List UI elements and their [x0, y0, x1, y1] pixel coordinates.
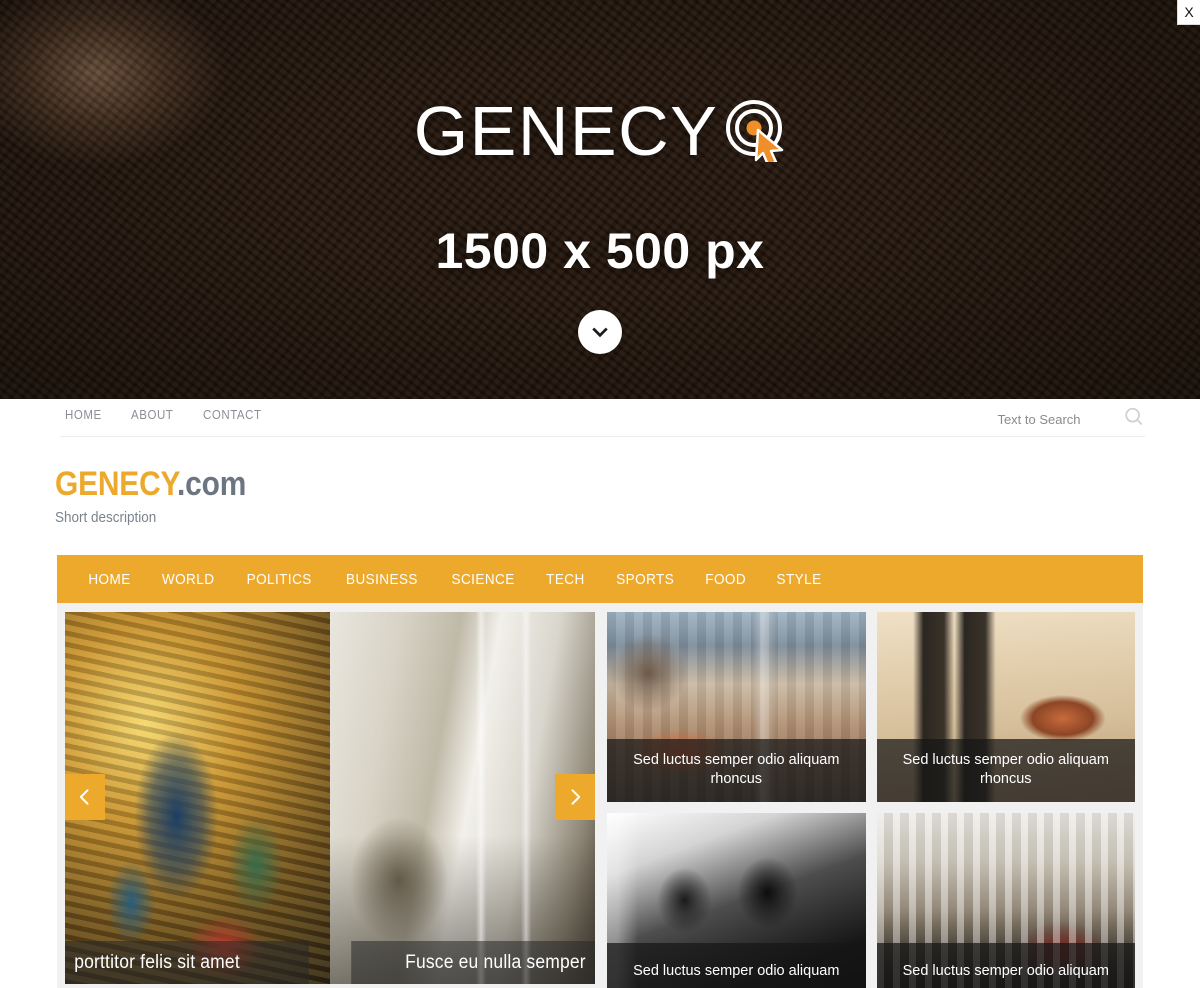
page-root: GENECY 1500 x 500 px X HOME ABOUT CONTAC… [0, 0, 1200, 988]
top-navigation: HOME ABOUT CONTACT [65, 408, 267, 422]
close-icon: X [1184, 4, 1194, 20]
site-title-primary: GENECY [55, 465, 177, 503]
site-title-secondary: .com [176, 465, 247, 503]
slider-prev-button[interactable] [65, 774, 105, 820]
chevron-down-icon [592, 327, 608, 338]
site-branding: GENECY.com Short description [0, 459, 1200, 555]
article-title: Sed luctus semper odio aliquam [607, 943, 866, 988]
article-title: Sed luctus semper odio aliquam rhoncus [607, 738, 866, 802]
search-box [959, 406, 1145, 433]
main-navigation: HOME WORLD POLITICS BUSINESS SCIENCE TEC… [57, 555, 1143, 603]
article-title: Sed luctus semper odio aliquam rhoncus [876, 738, 1135, 802]
slide-caption: Fusce eu nulla semper [351, 941, 595, 984]
hero-dimension-text: 1500 x 500 px [435, 223, 765, 279]
search-submit-button[interactable] [1123, 406, 1145, 428]
chevron-right-icon [571, 789, 581, 805]
chevron-left-icon [79, 789, 89, 805]
topnav-item-about[interactable]: ABOUT [131, 408, 173, 422]
search-icon [1125, 407, 1143, 426]
hero-logo: GENECY [413, 92, 787, 170]
article-card[interactable]: Sed luctus semper odio aliquam rhoncus [607, 612, 866, 802]
nav-item-style[interactable]: STYLE [765, 571, 833, 588]
article-title: Sed luctus semper odio aliquam [876, 943, 1135, 988]
nav-item-world[interactable]: WORLD [150, 571, 226, 588]
hero-logo-text: GENECY [413, 92, 719, 170]
article-card-grid: Sed luctus semper odio aliquam rhoncus S… [607, 612, 1135, 988]
topbar-divider [60, 436, 1145, 437]
close-button[interactable]: X [1177, 0, 1200, 25]
featured-slider: porttitor felis sit amet Fusce eu nulla … [65, 612, 595, 984]
article-card[interactable]: Sed luctus semper odio aliquam [876, 813, 1135, 988]
target-cursor-icon [724, 100, 786, 167]
nav-item-tech[interactable]: TECH [534, 571, 596, 588]
hero-banner: GENECY 1500 x 500 px [0, 0, 1200, 399]
slide-caption: porttitor felis sit amet [65, 941, 309, 984]
nav-item-home[interactable]: HOME [77, 571, 143, 588]
site-title[interactable]: GENECY.com [55, 459, 1014, 501]
search-input[interactable] [959, 409, 1119, 433]
nav-item-politics[interactable]: POLITICS [235, 571, 324, 588]
nav-item-sports[interactable]: SPORTS [604, 571, 685, 588]
slider-next-button[interactable] [555, 774, 595, 820]
content-area: porttitor felis sit amet Fusce eu nulla … [57, 603, 1143, 988]
topnav-item-contact[interactable]: CONTACT [203, 408, 262, 422]
topnav-item-home[interactable]: HOME [65, 408, 102, 422]
top-utility-bar: HOME ABOUT CONTACT [0, 399, 1200, 459]
nav-item-business[interactable]: BUSINESS [334, 571, 429, 588]
site-tagline: Short description [55, 509, 157, 526]
article-card[interactable]: Sed luctus semper odio aliquam rhoncus [876, 612, 1135, 802]
scroll-down-button[interactable] [578, 310, 622, 354]
nav-item-food[interactable]: FOOD [694, 571, 758, 588]
nav-item-science[interactable]: SCIENCE [439, 571, 526, 588]
article-card[interactable]: Sed luctus semper odio aliquam [607, 813, 866, 988]
